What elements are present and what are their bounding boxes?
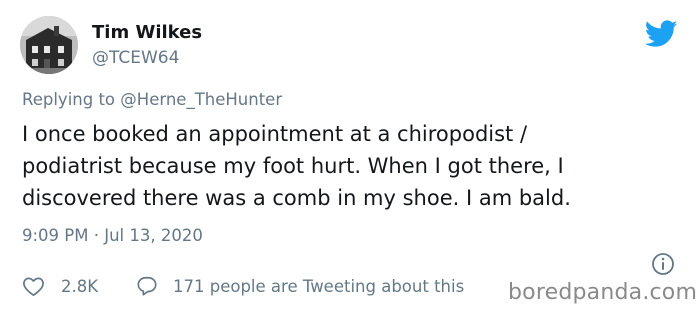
replying-to-label: Replying to bbox=[22, 90, 116, 109]
info-circle-icon[interactable] bbox=[651, 252, 675, 276]
tweet-body-line: discovered there was a comb in my shoe. … bbox=[22, 186, 571, 210]
speech-bubble-icon[interactable] bbox=[136, 275, 158, 297]
twitter-bird-icon[interactable] bbox=[645, 20, 678, 48]
like-count[interactable]: 2.8K bbox=[61, 276, 98, 298]
tweet-body-line: podiatrist because my foot hurt. When I … bbox=[22, 154, 564, 178]
watermark-text: boredpanda.com bbox=[508, 280, 698, 305]
tweet-timestamp[interactable]: 9:09 PM · Jul 13, 2020 bbox=[22, 225, 203, 247]
tweet-body-line: I once booked an appointment at a chirop… bbox=[22, 122, 528, 146]
tweet-card: Tim Wilkes @TCEW64 Replying to @Herne_Th… bbox=[0, 0, 700, 314]
author-display-name[interactable]: Tim Wilkes bbox=[92, 22, 202, 44]
tweeting-about-link[interactable]: 171 people are Tweeting about this bbox=[173, 276, 464, 298]
heart-outline-icon[interactable] bbox=[22, 275, 45, 297]
tweet-body: I once booked an appointment at a chirop… bbox=[22, 118, 682, 214]
replying-to: Replying to @Herne_TheHunter bbox=[22, 89, 282, 111]
author-handle[interactable]: @TCEW64 bbox=[92, 47, 179, 69]
reply-mention-link[interactable]: @Herne_TheHunter bbox=[120, 90, 282, 109]
building-photo-avatar-icon bbox=[20, 16, 78, 74]
avatar[interactable] bbox=[20, 16, 78, 74]
